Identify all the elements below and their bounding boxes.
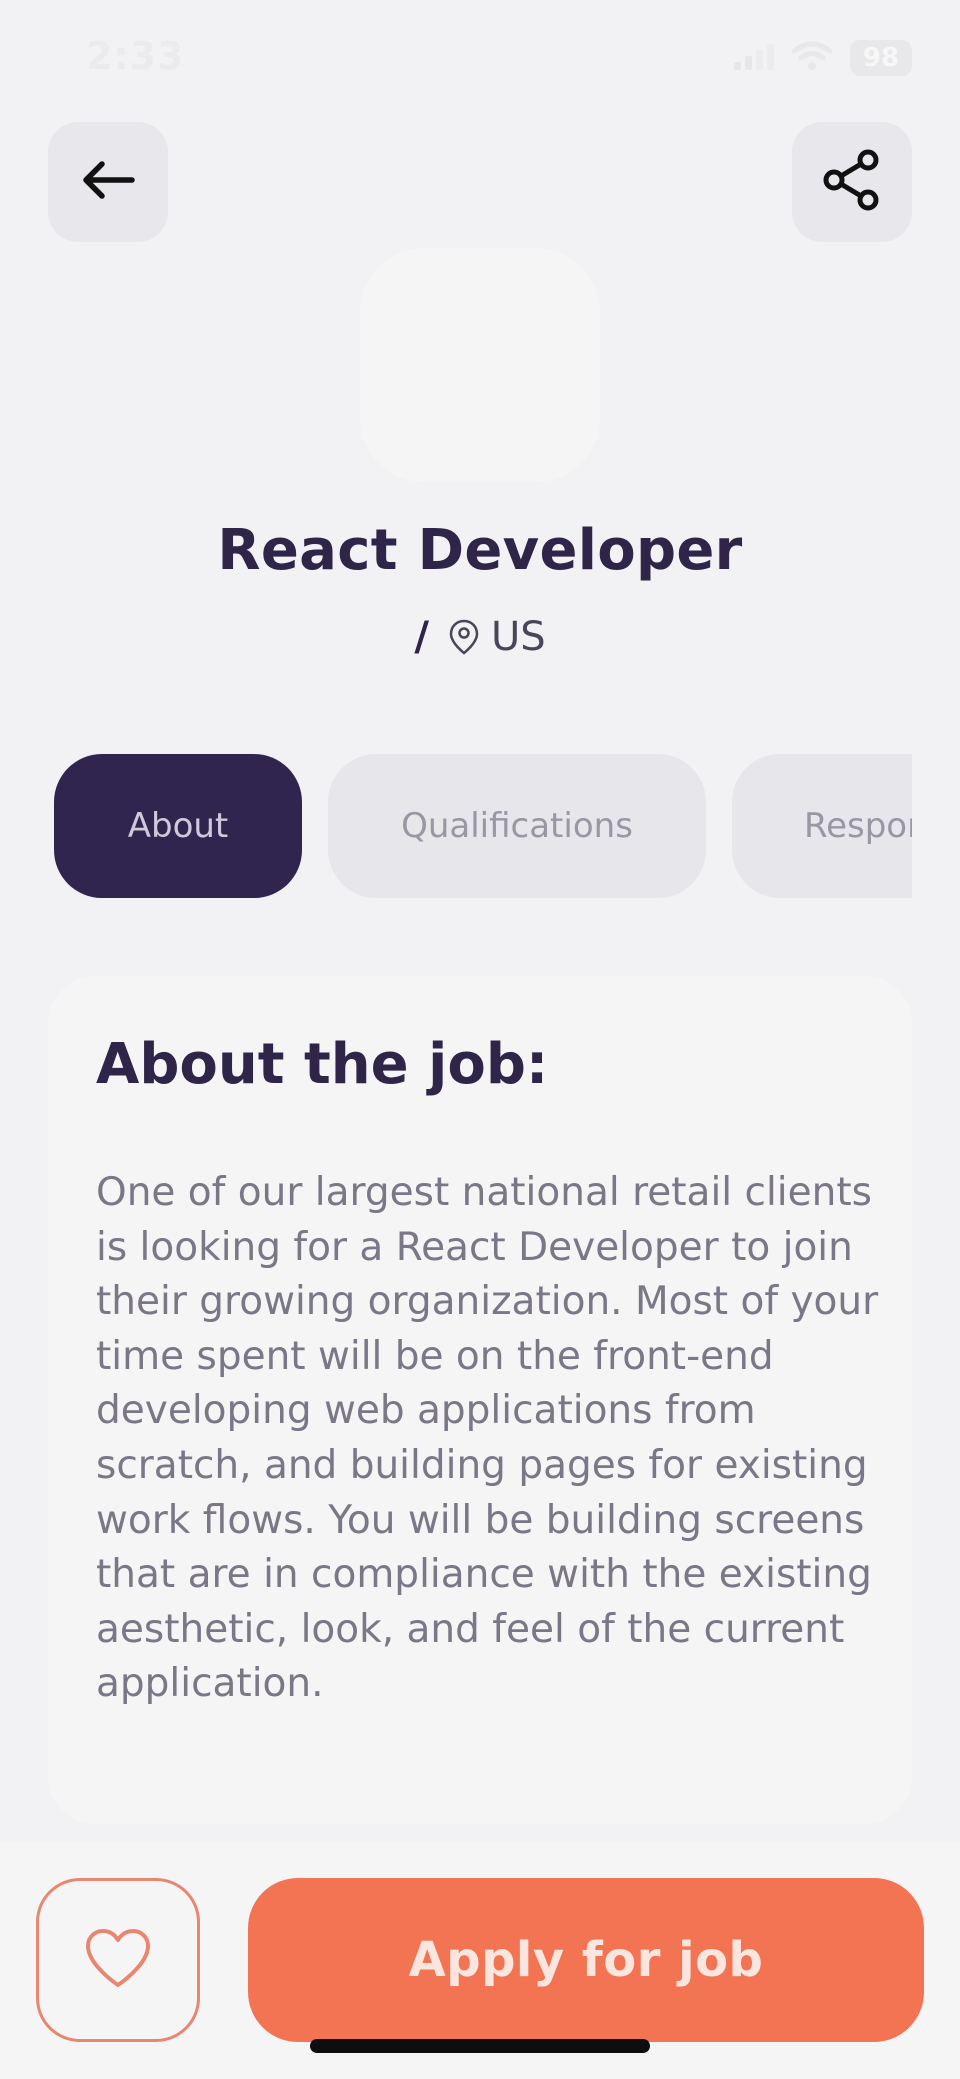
company-logo [360, 248, 600, 482]
status-bar: 2:33 98 [0, 0, 960, 120]
location-pin-icon [449, 619, 479, 655]
job-location-row: / US [0, 614, 960, 660]
about-card: About the job: One of our largest nation… [48, 976, 912, 1824]
status-time: 2:33 [86, 34, 185, 78]
status-icons: 98 [734, 40, 912, 76]
cellular-signal-icon [734, 42, 774, 74]
arrow-left-icon [80, 160, 136, 204]
apply-button[interactable]: Apply for job [248, 1878, 924, 2042]
battery-indicator: 98 [850, 40, 912, 76]
favorite-button[interactable] [36, 1878, 200, 2042]
share-button[interactable] [792, 122, 912, 242]
wifi-icon [791, 41, 833, 75]
tab-qualifications[interactable]: Qualifications [328, 754, 706, 898]
company-separator: / [414, 614, 429, 660]
home-indicator [310, 2039, 650, 2053]
share-icon [822, 148, 882, 216]
tab-bar: About Qualifications Respon [54, 754, 912, 898]
tab-about[interactable]: About [54, 754, 302, 898]
job-location: US [490, 614, 546, 660]
job-title: React Developer [217, 518, 743, 583]
heart-icon [84, 1927, 152, 1993]
back-button[interactable] [48, 122, 168, 242]
about-description: One of our largest national retail clien… [96, 1170, 879, 1707]
about-title: About the job: [96, 1032, 549, 1097]
tab-responsibilities[interactable]: Respon [732, 754, 912, 898]
